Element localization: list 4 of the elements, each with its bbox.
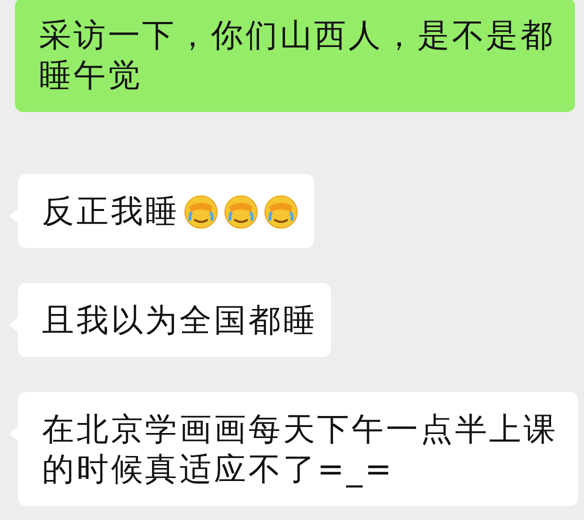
message-text: 反正我睡 — [42, 191, 180, 231]
message-text: 在北京学画画每天下午一点半上课的时候真适应不了=_= — [42, 409, 559, 489]
message-text: 且我以为全国都睡 — [42, 300, 318, 340]
message-text: 采访一下，你们山西人，是不是都睡午觉 — [39, 15, 556, 95]
